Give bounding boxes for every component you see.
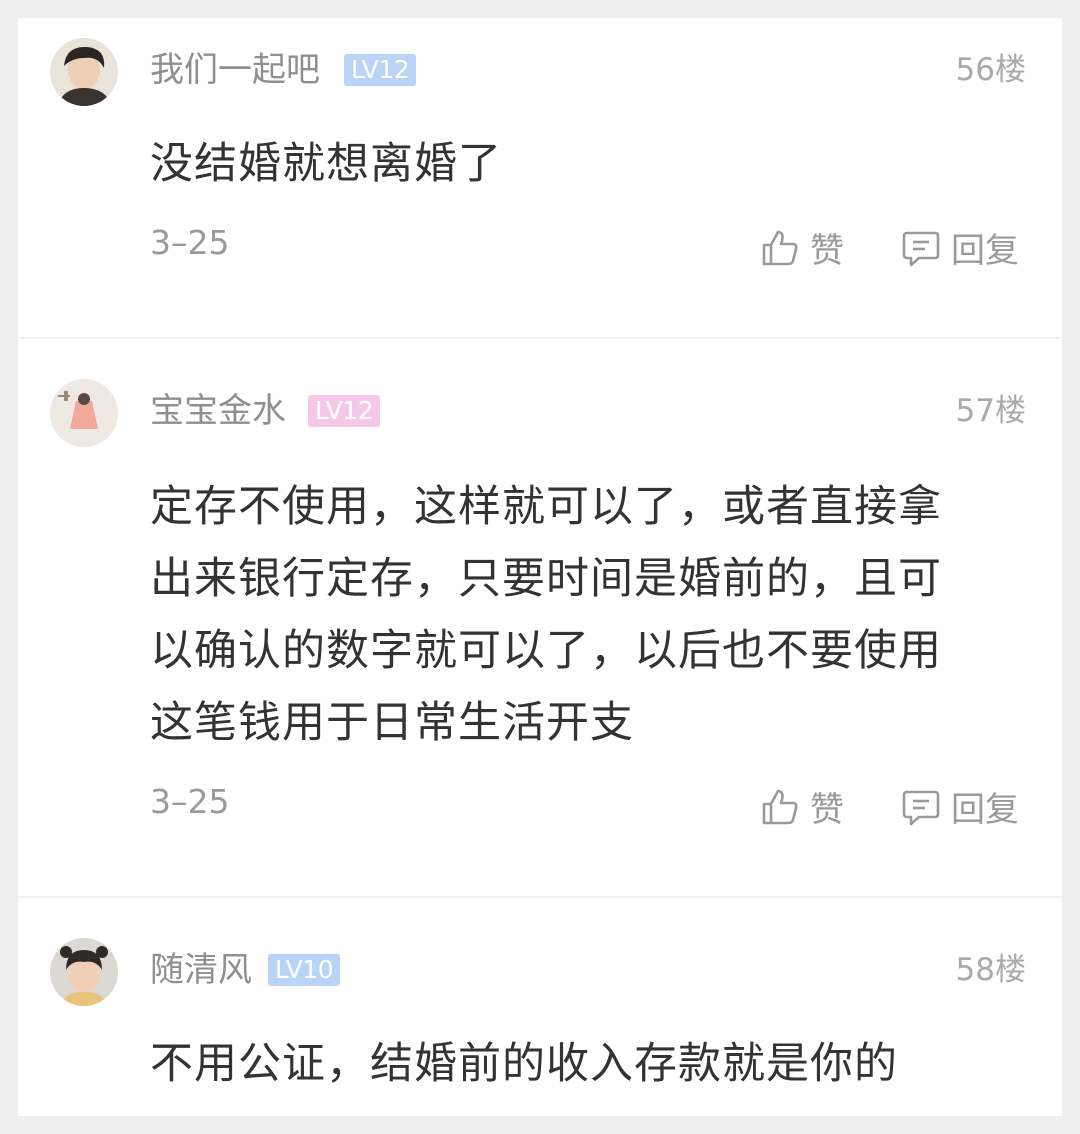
like-label: 赞 xyxy=(810,231,844,271)
like-button[interactable]: 赞 xyxy=(760,782,844,831)
comment-date: 3–25 xyxy=(150,223,230,262)
username[interactable]: 随清风 xyxy=(150,950,252,990)
comment-text-line: 以确认的数字就可以了，以后也不要使用 xyxy=(150,626,942,676)
comment-text: 定存不使用，这样就可以了，或者直接拿 出来银行定存，只要时间是婚前的，且可 以确… xyxy=(150,471,1030,759)
reply-label: 回复 xyxy=(951,790,1019,830)
level-badge: LV10 xyxy=(268,954,341,986)
username[interactable]: 宝宝金水 xyxy=(150,391,286,431)
comment-item: 随清风 LV10 58楼 不用公证，结婚前的收入存款就是你的 xyxy=(18,898,1062,1116)
comment-text-line: 这笔钱用于日常生活开支 xyxy=(150,698,634,748)
reply-label: 回复 xyxy=(951,231,1019,271)
comment-text: 不用公证，结婚前的收入存款就是你的 xyxy=(150,1039,898,1089)
like-label: 赞 xyxy=(810,790,844,830)
floor-number: 58楼 xyxy=(955,952,1026,988)
avatar[interactable] xyxy=(50,38,118,106)
comment-item: 宝宝金水 LV12 57楼 定存不使用，这样就可以了，或者直接拿 出来银行定存，… xyxy=(18,339,1062,897)
level-badge: LV12 xyxy=(308,395,381,427)
comment-list: 我们一起吧 LV12 56楼 没结婚就想离婚了 3–25 赞 回复 宝宝金水 L… xyxy=(18,18,1062,1116)
thumbs-up-icon xyxy=(762,789,798,824)
comment-text: 没结婚就想离婚了 xyxy=(150,139,502,189)
floor-number: 56楼 xyxy=(955,52,1026,88)
comment-item: 我们一起吧 LV12 56楼 没结婚就想离婚了 3–25 赞 回复 xyxy=(18,18,1062,338)
level-badge: LV12 xyxy=(344,54,417,86)
comment-icon xyxy=(902,790,940,825)
floor-number: 57楼 xyxy=(955,393,1026,429)
reply-button[interactable]: 回复 xyxy=(901,223,1019,272)
comment-icon xyxy=(902,231,940,266)
comment-text-line: 定存不使用，这样就可以了，或者直接拿 xyxy=(150,482,942,532)
comment-date: 3–25 xyxy=(150,782,230,821)
like-button[interactable]: 赞 xyxy=(760,223,844,272)
comment-text-line: 出来银行定存，只要时间是婚前的，且可 xyxy=(150,554,942,604)
reply-button[interactable]: 回复 xyxy=(901,782,1019,831)
avatar[interactable] xyxy=(50,379,118,447)
thumbs-up-icon xyxy=(762,230,798,265)
username[interactable]: 我们一起吧 xyxy=(150,50,320,90)
avatar[interactable] xyxy=(50,938,118,1006)
